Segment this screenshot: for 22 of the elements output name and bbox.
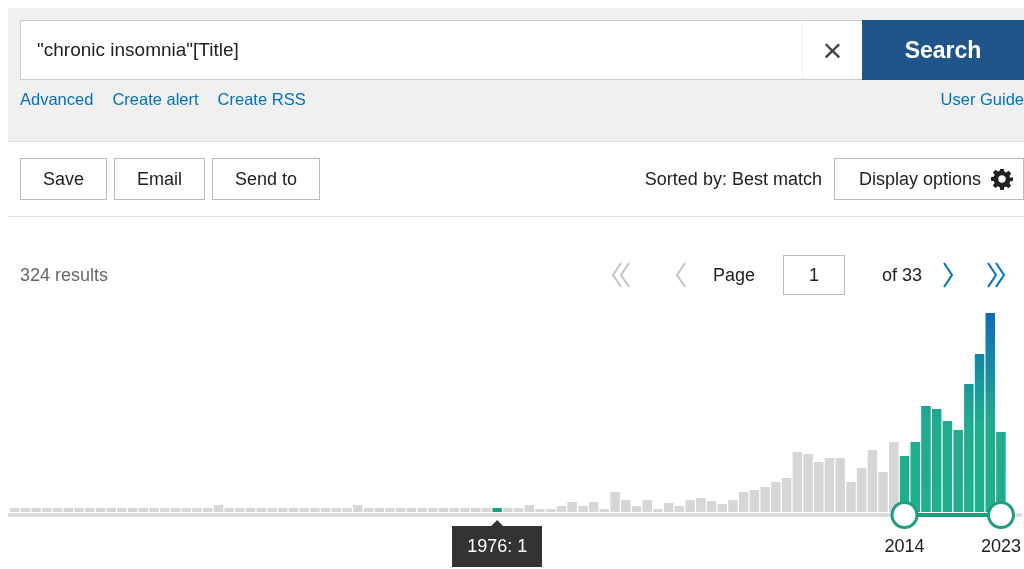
search-option-link[interactable]: Advanced <box>20 90 94 109</box>
search-field[interactable]: "chronic insomnia"[Title] <box>20 20 802 80</box>
range-end-handle[interactable] <box>987 501 1015 529</box>
page-label: Page <box>712 264 755 286</box>
search-option-link[interactable]: Create alert <box>112 90 199 109</box>
action-button[interactable]: Save <box>20 158 108 200</box>
page-total: of 33 <box>881 264 922 286</box>
user-guide-link[interactable]: User Guide <box>940 90 1024 109</box>
display-options-button[interactable]: Display options <box>833 158 1024 200</box>
search-button[interactable]: Search <box>862 20 1024 80</box>
gear-icon <box>991 168 1013 190</box>
range-start-label: 2014 <box>883 536 926 557</box>
sort-label: Sorted by: Best match <box>644 168 822 190</box>
range-end-label: 2023 <box>979 536 1022 557</box>
search-option-link[interactable]: Create RSS <box>217 90 306 109</box>
action-button[interactable]: Send to <box>212 158 321 200</box>
page-number-field[interactable]: 1 <box>782 255 845 295</box>
year-tooltip: 1976: 1 <box>452 526 543 567</box>
action-button[interactable]: Email <box>114 158 206 200</box>
clear-button[interactable]: × <box>802 20 862 80</box>
range-start-handle[interactable] <box>890 501 919 529</box>
results-count: 324 results <box>20 264 110 286</box>
